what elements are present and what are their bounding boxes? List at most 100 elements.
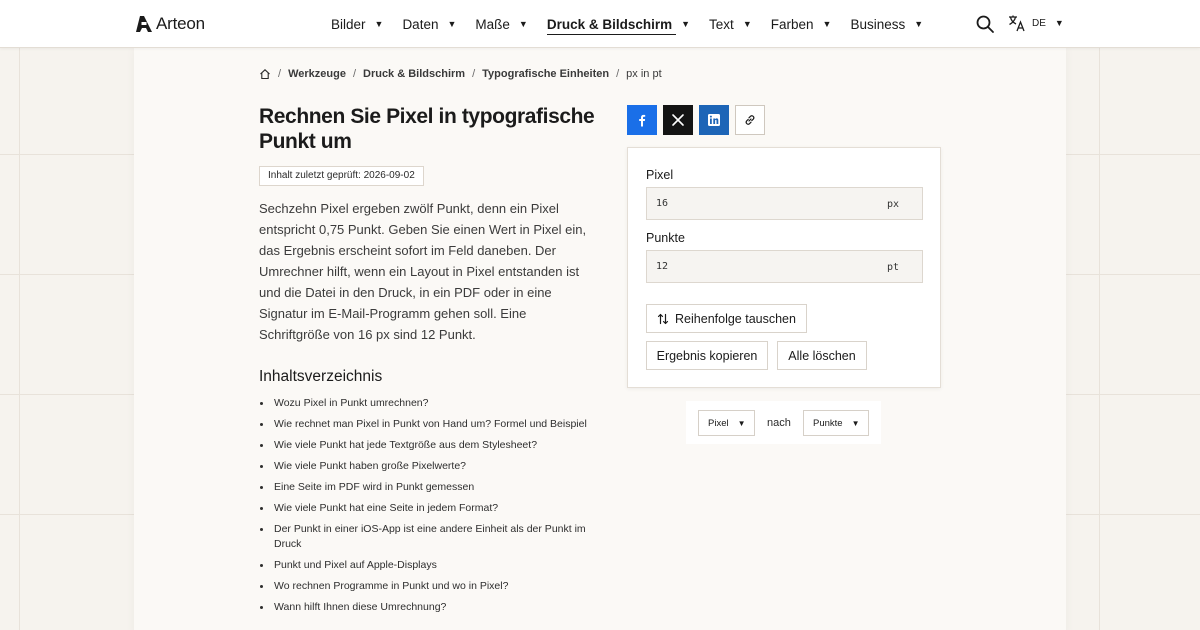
- toc-item: Wann hilft Ihnen diese Umrechnung?: [259, 600, 599, 615]
- breadcrumb-item-typografische-einheiten[interactable]: Typografische Einheiten: [482, 68, 609, 80]
- intro-paragraph: Sechzehn Pixel ergeben zwölf Punkt, denn…: [259, 201, 587, 342]
- table-of-contents: Wozu Pixel in Punkt umrechnen? Wie rechn…: [259, 396, 599, 621]
- toc-link[interactable]: Wo rechnen Programme in Punkt und wo in …: [274, 580, 508, 592]
- toc-link[interactable]: Wie viele Punkt haben große Pixelwerte?: [274, 460, 466, 472]
- breadcrumb: / Werkzeuge / Druck & Bildschirm / Typog…: [259, 68, 662, 80]
- caret-down-icon: ▼: [374, 19, 384, 29]
- language-switcher[interactable]: DE ▼: [1008, 14, 1064, 32]
- from-field-label: Pixel: [646, 168, 674, 182]
- breadcrumb-separator: /: [616, 68, 620, 80]
- breadcrumb-item-werkzeuge[interactable]: Werkzeuge: [288, 68, 346, 80]
- caret-down-icon: ▼: [681, 19, 691, 29]
- search-icon: [976, 15, 994, 33]
- breadcrumb-separator: /: [278, 68, 282, 80]
- link-icon: [745, 115, 755, 125]
- to-unit-select[interactable]: Punkte ▼: [803, 410, 869, 436]
- swap-order-label: Reihenfolge tauschen: [675, 311, 796, 326]
- copy-result-button[interactable]: Ergebnis kopieren: [646, 341, 768, 370]
- share-facebook-button[interactable]: [627, 105, 657, 135]
- toc-item: Wo rechnen Programme in Punkt und wo in …: [259, 579, 599, 594]
- nav-item-business[interactable]: Business ▼: [850, 0, 923, 48]
- nav-label: Maße: [475, 16, 510, 32]
- clear-all-label: Alle löschen: [788, 348, 856, 363]
- review-date-badge: Inhalt zuletzt geprüft: 2026-09-02: [259, 166, 424, 186]
- copy-result-label: Ergebnis kopieren: [656, 348, 758, 363]
- from-field: px: [646, 187, 923, 220]
- linkedin-icon: [708, 114, 720, 126]
- toc-item: Wozu Pixel in Punkt umrechnen?: [259, 396, 599, 411]
- nav-item-text[interactable]: Text ▼: [709, 0, 752, 48]
- brand-logo[interactable]: Arteon: [136, 14, 205, 34]
- toc-link[interactable]: Wann hilft Ihnen diese Umrechnung?: [274, 601, 446, 613]
- caret-down-icon: ▼: [822, 19, 832, 29]
- pixel-input[interactable]: [647, 188, 872, 219]
- language-code: DE: [1032, 17, 1046, 29]
- toc-item: Wie viele Punkt hat eine Seite in jedem …: [259, 501, 599, 516]
- nav-item-farben[interactable]: Farben ▼: [771, 0, 832, 48]
- breadcrumb-separator: /: [352, 68, 356, 80]
- site-header: Arteon Bilder ▼ Daten ▼ Maße ▼ Druck & B…: [0, 0, 1200, 48]
- from-unit-label: px: [886, 199, 899, 210]
- nav-label: Business: [850, 16, 906, 32]
- nav-label: Bilder: [331, 16, 366, 32]
- search-button[interactable]: [975, 14, 995, 34]
- share-x-button[interactable]: [663, 105, 693, 135]
- share-buttons: [627, 105, 765, 135]
- caret-down-icon: ▼: [851, 418, 860, 428]
- toc-link[interactable]: Wozu Pixel in Punkt umrechnen?: [274, 397, 428, 409]
- nav-item-masse[interactable]: Maße ▼: [475, 0, 527, 48]
- from-unit-select[interactable]: Pixel ▼: [698, 410, 755, 436]
- to-unit-label: pt: [886, 262, 899, 273]
- nav-label: Text: [709, 16, 734, 32]
- main-nav: Bilder ▼ Daten ▼ Maße ▼ Druck & Bildschi…: [331, 0, 942, 48]
- caret-down-icon: ▼: [1054, 18, 1064, 28]
- breadcrumb-separator: /: [472, 68, 476, 80]
- toc-link[interactable]: Wie viele Punkt hat jede Textgröße aus d…: [274, 439, 537, 451]
- caret-down-icon: ▼: [518, 19, 528, 29]
- caret-down-icon: ▼: [742, 19, 752, 29]
- toc-link[interactable]: Wie viele Punkt hat eine Seite in jedem …: [274, 502, 498, 514]
- toc-item: Punkt und Pixel auf Apple-Displays: [259, 558, 599, 573]
- points-input[interactable]: [647, 251, 872, 282]
- toc-link[interactable]: Punkt und Pixel auf Apple-Displays: [274, 559, 437, 571]
- nav-label: Farben: [770, 16, 814, 32]
- toc-item: Wie rechnet man Pixel in Punkt von Hand …: [259, 417, 599, 432]
- x-icon: [672, 114, 684, 126]
- swap-vertical-icon: [657, 313, 669, 324]
- caret-down-icon: ▼: [914, 19, 924, 29]
- unit-selector: Pixel ▼ nach Punkte ▼: [686, 401, 881, 444]
- toc-item: Wie viele Punkt haben große Pixelwerte?: [259, 459, 599, 474]
- facebook-icon: [639, 114, 646, 127]
- home-icon[interactable]: [259, 68, 271, 80]
- toc-title: Inhaltsverzeichnis: [259, 368, 383, 385]
- to-field: pt: [646, 250, 923, 283]
- brand-name: Arteon: [156, 14, 205, 33]
- to-unit-value: Punkte: [813, 417, 843, 429]
- share-linkedin-button[interactable]: [699, 105, 729, 135]
- translate-icon: [1009, 15, 1025, 32]
- nav-label: Druck & Bildschirm: [546, 16, 673, 32]
- swap-order-button[interactable]: Reihenfolge tauschen: [646, 304, 807, 333]
- page-title: Rechnen Sie Pixel in typografische Punkt…: [259, 105, 595, 153]
- toc-link[interactable]: Der Punkt in einer iOS-App ist eine ande…: [274, 523, 586, 550]
- to-field-label: Punkte: [646, 231, 685, 245]
- from-unit-value: Pixel: [708, 417, 729, 429]
- toc-item: Eine Seite im PDF wird in Punkt gemessen: [259, 480, 599, 495]
- toc-item: Wie viele Punkt hat jede Textgröße aus d…: [259, 438, 599, 453]
- caret-down-icon: ▼: [737, 418, 746, 428]
- arteon-logo-icon: [136, 16, 152, 32]
- breadcrumb-item-druck-bildschirm[interactable]: Druck & Bildschirm: [363, 68, 465, 80]
- converter-panel: Pixel px Punkte pt Reihenfolge tauschen …: [627, 147, 941, 388]
- copy-link-button[interactable]: [735, 105, 765, 135]
- breadcrumb-current: px in pt: [626, 68, 662, 80]
- caret-down-icon: ▼: [447, 19, 457, 29]
- unit-connector: nach: [767, 417, 791, 429]
- nav-item-bilder[interactable]: Bilder ▼: [331, 0, 383, 48]
- toc-link[interactable]: Eine Seite im PDF wird in Punkt gemessen: [274, 481, 474, 493]
- nav-item-daten[interactable]: Daten ▼: [402, 0, 456, 48]
- toc-link[interactable]: Wie rechnet man Pixel in Punkt von Hand …: [274, 418, 587, 430]
- clear-all-button[interactable]: Alle löschen: [777, 341, 867, 370]
- nav-item-druck-bildschirm[interactable]: Druck & Bildschirm ▼: [547, 0, 690, 48]
- toc-item: Der Punkt in einer iOS-App ist eine ande…: [259, 522, 599, 552]
- nav-label: Daten: [402, 16, 439, 32]
